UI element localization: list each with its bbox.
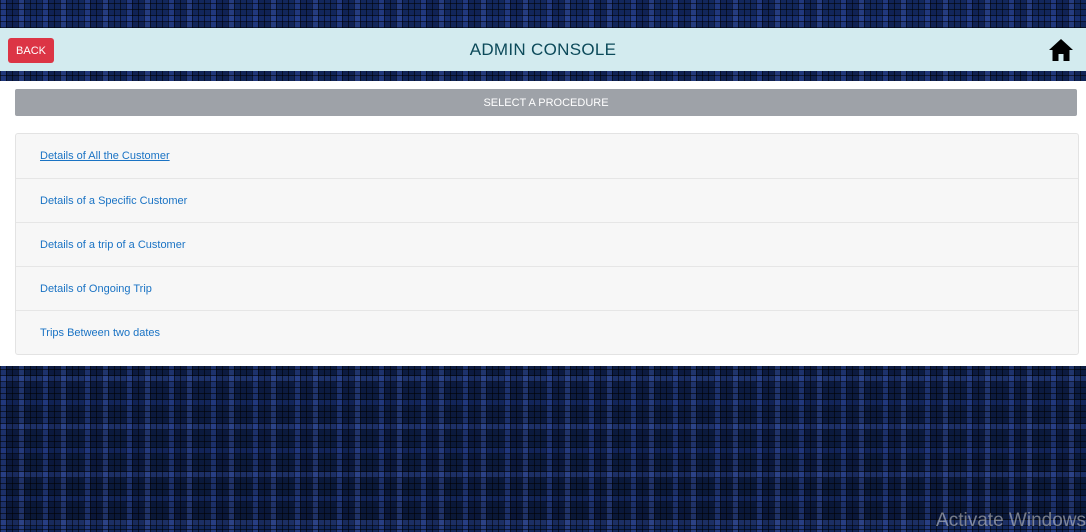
all-customers-link[interactable]: Details of All the Customer xyxy=(40,150,170,162)
procedure-panel: SELECT A PROCEDURE Details of All the Cu… xyxy=(0,81,1086,366)
back-button[interactable]: BACK xyxy=(8,38,54,63)
top-navbar: ADMIN CONSOLE BACK xyxy=(0,28,1086,71)
customer-trip-link[interactable]: Details of a trip of a Customer xyxy=(40,239,186,251)
procedure-list: Details of All the Customer Details of a… xyxy=(15,133,1079,355)
procedure-header: SELECT A PROCEDURE xyxy=(15,89,1077,116)
trips-between-dates-link[interactable]: Trips Between two dates xyxy=(40,327,160,339)
home-icon[interactable] xyxy=(1048,38,1074,62)
list-item: Details of a Specific Customer xyxy=(16,178,1078,222)
specific-customer-link[interactable]: Details of a Specific Customer xyxy=(40,195,187,207)
list-item: Details of Ongoing Trip xyxy=(16,266,1078,310)
list-item: Details of All the Customer xyxy=(16,134,1078,178)
list-item: Details of a trip of a Customer xyxy=(16,222,1078,266)
page-title: ADMIN CONSOLE xyxy=(469,39,617,59)
ongoing-trip-link[interactable]: Details of Ongoing Trip xyxy=(40,283,152,295)
activate-windows-watermark: Activate Windows xyxy=(936,510,1086,531)
list-item: Trips Between two dates xyxy=(16,310,1078,354)
